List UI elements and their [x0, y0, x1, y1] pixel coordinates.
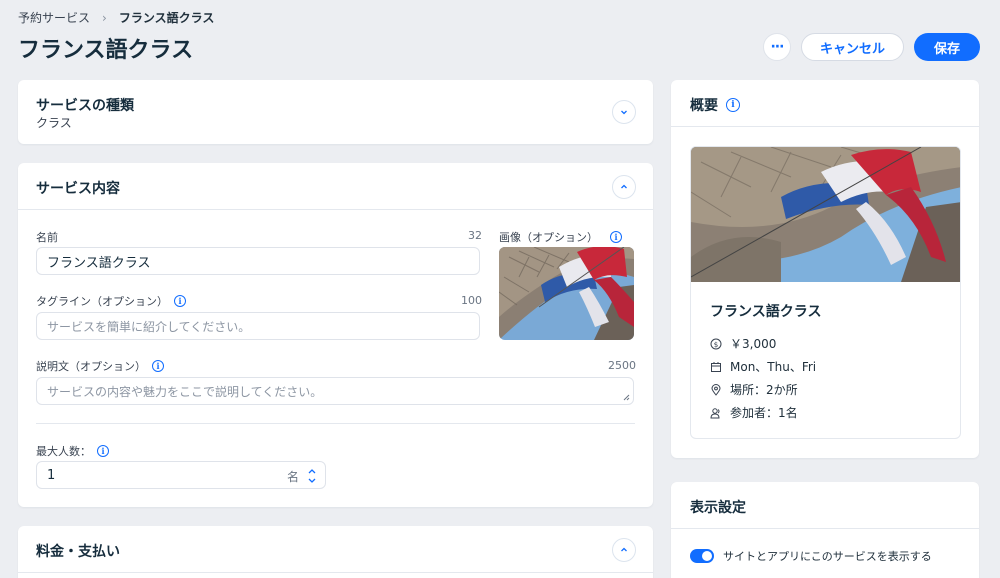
- display-toggle-row: サイトとアプリにこのサービスを表示する: [690, 548, 932, 564]
- display-settings-card: 表示設定 サイトとアプリにこのサービスを表示する: [671, 482, 979, 578]
- show-service-toggle[interactable]: [690, 549, 714, 563]
- service-preview-card: フランス語クラス $ ￥3,000 Mon、Thu、Fri 場所：2か所 参加者…: [690, 146, 961, 439]
- divider: [671, 126, 979, 127]
- more-actions-button[interactable]: ···: [762, 33, 791, 61]
- image-label: 画像（オプション） i: [499, 229, 622, 245]
- service-image[interactable]: [499, 247, 634, 340]
- description-textarea[interactable]: サービスの内容や魅力をここで説明してください。: [36, 377, 634, 405]
- max-participants-stepper[interactable]: 1 名: [36, 461, 326, 489]
- location-pin-icon: [711, 383, 721, 396]
- service-type-title: サービスの種類: [36, 98, 134, 114]
- name-label-text: 名前: [36, 231, 58, 244]
- info-icon[interactable]: i: [726, 98, 740, 112]
- summary-title: 概要: [690, 98, 718, 114]
- preview-price-row: $ ￥3,000: [710, 335, 776, 352]
- max-participants-label-text: 最大人数：: [36, 445, 91, 458]
- info-icon[interactable]: i: [174, 295, 186, 307]
- service-details-title: サービス内容: [36, 181, 120, 197]
- svg-text:$: $: [714, 341, 718, 349]
- tagline-input[interactable]: サービスを簡単に紹介してください。: [36, 312, 480, 340]
- preview-price: ￥3,000: [730, 337, 777, 351]
- divider: [671, 528, 979, 529]
- breadcrumb-parent-link[interactable]: 予約サービス: [18, 9, 90, 26]
- top-actions: ··· キャンセル 保存: [762, 33, 980, 61]
- chevron-right-icon: ›: [102, 10, 107, 25]
- calendar-icon: [711, 361, 721, 372]
- summary-card: 概要 i フランス語クラス $ ￥3,000 Mon、Thu、Fri 場所：2か…: [671, 80, 979, 458]
- breadcrumb-current: フランス語クラス: [118, 11, 215, 25]
- max-participants-unit: 名: [286, 470, 299, 484]
- preview-location-row: 場所：2か所: [710, 381, 798, 398]
- resize-handle-icon[interactable]: [622, 393, 630, 401]
- tagline-label-text: タグライン（オプション）: [36, 295, 168, 308]
- image-label-text: 画像（オプション）: [499, 231, 598, 244]
- preview-days: Mon、Thu、Fri: [730, 360, 817, 374]
- stepper-arrows-icon[interactable]: [307, 467, 317, 485]
- service-type-value: クラス: [36, 116, 72, 130]
- description-placeholder: サービスの内容や魅力をここで説明してください。: [47, 384, 323, 399]
- display-settings-title: 表示設定: [690, 500, 746, 516]
- summary-header: 概要 i: [690, 95, 740, 115]
- page-title: フランス語クラス: [18, 38, 194, 63]
- max-participants-value: 1: [47, 467, 56, 483]
- name-char-counter: 32: [468, 229, 482, 242]
- chevron-up-icon[interactable]: [612, 538, 636, 562]
- pricing-card: 料金・支払い: [18, 526, 653, 578]
- divider: [18, 572, 653, 573]
- divider: [18, 209, 653, 210]
- info-icon[interactable]: i: [152, 360, 164, 372]
- tagline-char-counter: 100: [461, 294, 482, 307]
- save-button[interactable]: 保存: [913, 33, 980, 61]
- breadcrumb: 予約サービス › フランス語クラス: [18, 9, 214, 26]
- pricing-title: 料金・支払い: [36, 544, 120, 560]
- service-type-card: サービスの種類 クラス: [18, 80, 653, 144]
- info-icon[interactable]: i: [97, 445, 109, 457]
- cancel-button[interactable]: キャンセル: [800, 33, 904, 61]
- dollar-icon: $: [710, 338, 722, 349]
- service-image-picture: [499, 247, 634, 340]
- preview-days-row: Mon、Thu、Fri: [710, 358, 816, 375]
- divider: [36, 423, 635, 424]
- description-label-text: 説明文（オプション）: [36, 360, 146, 373]
- service-preview-image: [691, 147, 960, 282]
- name-input[interactable]: フランス語クラス: [36, 247, 480, 275]
- name-label: 名前: [36, 229, 58, 245]
- tagline-label: タグライン（オプション） i: [36, 293, 186, 309]
- people-icon: [710, 407, 720, 418]
- description-label: 説明文（オプション） i: [36, 358, 164, 374]
- chevron-up-icon[interactable]: [612, 175, 636, 199]
- service-details-card: サービス内容 名前 32 フランス語クラス タグライン（オプション） i 100…: [18, 163, 653, 507]
- preview-participants: 参加者：1名: [730, 406, 798, 420]
- preview-location: 場所：2か所: [730, 383, 798, 397]
- show-service-toggle-label: サイトとアプリにこのサービスを表示する: [723, 550, 932, 563]
- description-char-counter: 2500: [608, 359, 636, 372]
- max-participants-label: 最大人数： i: [36, 443, 109, 459]
- chevron-down-icon[interactable]: [612, 100, 636, 124]
- preview-participants-row: 参加者：1名: [710, 404, 798, 421]
- preview-service-name: フランス語クラス: [710, 304, 822, 320]
- info-icon[interactable]: i: [610, 231, 622, 243]
